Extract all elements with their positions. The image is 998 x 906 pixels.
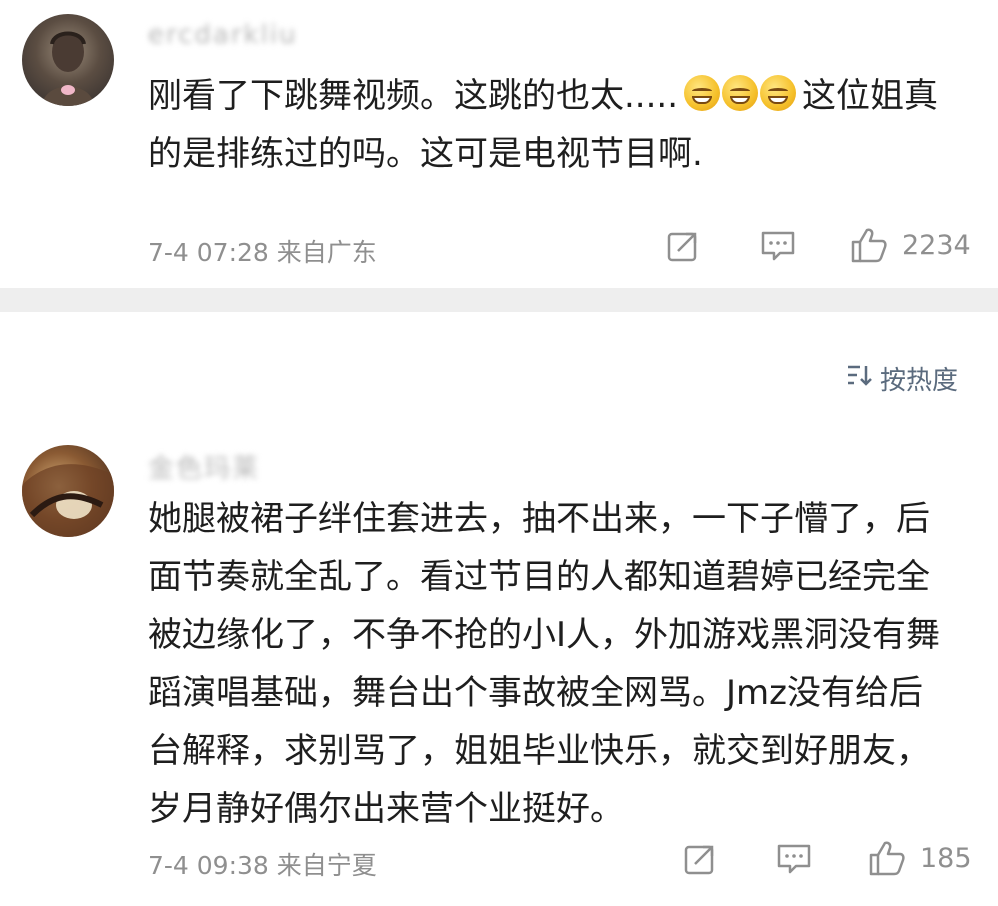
username[interactable]: ercdarkliu: [148, 20, 298, 50]
grin-sweat-emoji-icon: [684, 75, 721, 111]
share-button[interactable]: [683, 842, 717, 876]
comment-button[interactable]: [776, 842, 812, 876]
section-divider: [0, 288, 998, 312]
sort-label: 按热度: [880, 366, 959, 396]
like-count: 2234: [902, 229, 971, 261]
comment-text: 刚看了下跳舞视频。这跳的也太..... 这位姐真 的是排练过的吗。这可是电视节目啊…: [148, 67, 968, 183]
username[interactable]: 金色玛莱: [148, 448, 260, 485]
comment-icon: [760, 229, 796, 263]
comment-meta: 7-4 07:28 来自广东: [148, 233, 377, 269]
comment-card-1: ercdarkliu 刚看了下跳舞视频。这跳的也太..... 这位姐真 的是排练过…: [0, 0, 998, 288]
comment-location: 来自宁夏: [276, 851, 377, 880]
avatar[interactable]: [22, 14, 114, 106]
share-button[interactable]: [666, 229, 700, 263]
like-button[interactable]: 2234: [850, 226, 971, 264]
comment-location: 来自广东: [276, 238, 377, 267]
grin-sweat-emoji-icon: [722, 75, 759, 111]
comment-icon: [776, 842, 812, 876]
sort-by-hot-button[interactable]: 按热度: [846, 360, 958, 397]
share-icon: [666, 229, 700, 263]
comment-meta: 7-4 09:38 来自宁夏: [148, 846, 377, 882]
grin-sweat-emoji-group: [684, 75, 797, 111]
grin-sweat-emoji-icon: [760, 75, 797, 111]
comment-button[interactable]: [760, 229, 796, 263]
comment-time: 7-4 09:38: [148, 851, 269, 880]
thumbs-up-icon: [850, 226, 888, 264]
thumbs-up-icon: [868, 839, 906, 877]
sort-icon: [846, 363, 874, 394]
comment-text-part: 刚看了下跳舞视频。这跳的也太.....: [148, 76, 679, 116]
comment-time: 7-4 07:28: [148, 238, 269, 267]
comment-text: 她腿被裙子绊住套进去，抽不出来，一下子懵了，后 面节奏就全乱了。看过节目的人都知…: [148, 499, 941, 829]
avatar[interactable]: [22, 445, 114, 537]
share-icon: [683, 842, 717, 876]
like-button[interactable]: 185: [868, 839, 972, 877]
like-count: 185: [920, 842, 972, 874]
